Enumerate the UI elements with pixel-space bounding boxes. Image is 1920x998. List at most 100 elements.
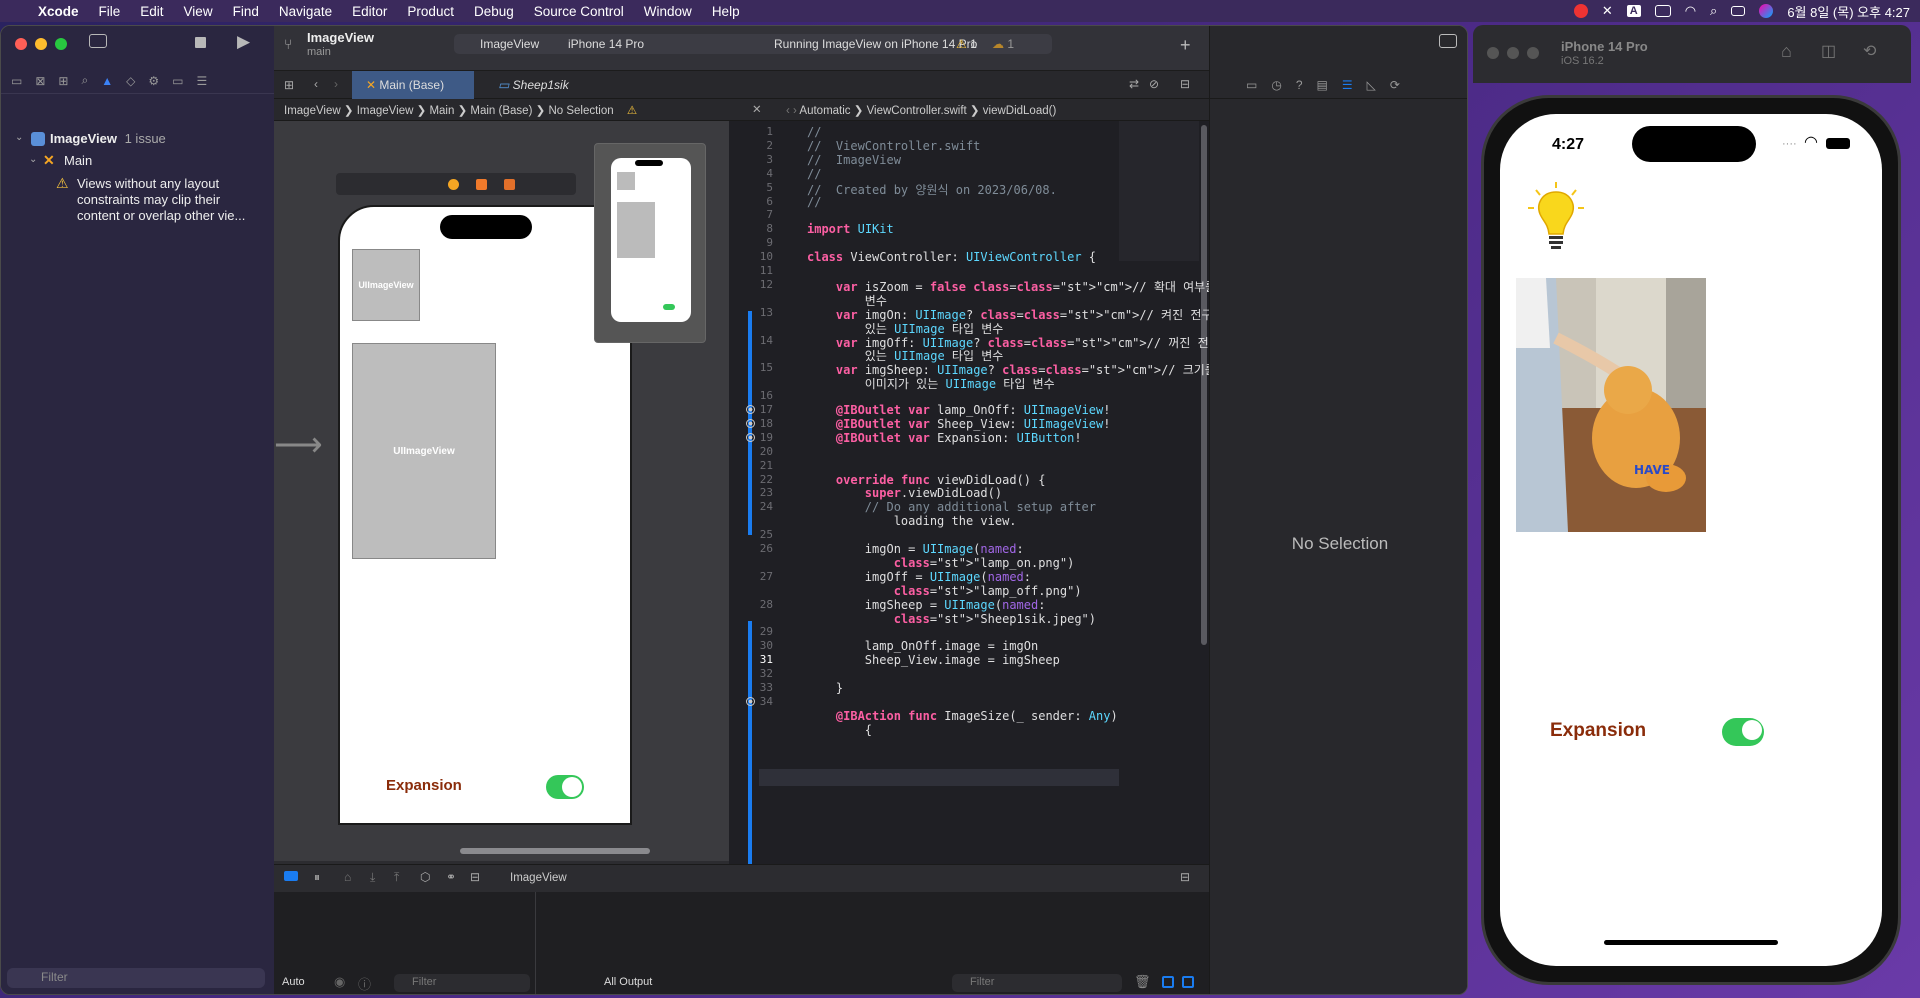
back-icon[interactable]: ‹ <box>314 77 318 91</box>
jump-item[interactable]: ImageView <box>284 105 341 117</box>
code-line[interactable]: lamp_OnOff.image = imgOn <box>807 639 1038 653</box>
toggle-console-icon[interactable] <box>284 871 298 881</box>
zoom-window-button[interactable] <box>1527 47 1539 59</box>
split-right-icon[interactable] <box>1182 976 1194 988</box>
sheep-image-view[interactable]: UIImageView <box>352 343 496 559</box>
connection-indicator-icon[interactable] <box>746 696 755 706</box>
code-line[interactable]: @IBOutlet var Sheep_View: UIImageView! <box>807 417 1111 431</box>
code-line[interactable]: // Created by 양원식 on 2023/06/08. <box>807 181 1057 198</box>
group-row[interactable]: Main <box>64 153 92 168</box>
close-window-button[interactable] <box>1487 47 1499 59</box>
record-icon[interactable] <box>1573 4 1588 18</box>
breakpoint-icon[interactable]: ▭ <box>172 74 183 88</box>
step-out-icon[interactable]: ⤒ <box>394 870 399 885</box>
input-source-icon[interactable]: A <box>1626 5 1641 17</box>
code-line[interactable]: loading the view. <box>807 514 1017 528</box>
step-over-icon[interactable]: ⌂ <box>344 870 351 884</box>
help-icon[interactable]: ? <box>1296 78 1303 92</box>
identity-icon[interactable]: ▤ <box>1317 78 1328 92</box>
code-line[interactable]: // ImageView <box>807 153 901 167</box>
run-button[interactable]: ▶ <box>237 32 250 52</box>
eye-icon[interactable]: ◉ <box>334 974 345 990</box>
history-icon[interactable]: ◷ <box>1271 78 1281 92</box>
disclosure-icon[interactable]: ⌄ <box>29 154 37 165</box>
attributes-icon[interactable]: ☰ <box>1342 78 1353 92</box>
auto-selector[interactable]: Auto <box>282 976 305 988</box>
expansion-button[interactable]: Expansion <box>1550 720 1646 742</box>
console-filter[interactable]: Filter <box>952 974 1122 992</box>
trash-icon[interactable]: 🗑 <box>1134 974 1151 990</box>
menu-view[interactable]: View <box>174 4 223 19</box>
connection-indicator-icon[interactable] <box>746 418 755 428</box>
connection-indicator-icon[interactable] <box>746 405 755 414</box>
code-line[interactable]: imgSheep = UIImage(named: <box>807 598 1046 612</box>
code-line[interactable]: override func viewDidLoad() { <box>807 473 1046 487</box>
menu-debug[interactable]: Debug <box>464 4 524 19</box>
step-in-icon[interactable]: ⤓ <box>370 870 375 885</box>
variables-filter[interactable]: Filter <box>394 974 530 992</box>
environment-icon[interactable]: ⊟ <box>470 870 480 884</box>
inspector-toggle-icon[interactable] <box>1439 34 1457 48</box>
storyboard-canvas[interactable]: UIImageView UIImageView Expansion ⟶ <box>274 121 729 864</box>
code-line[interactable]: @IBOutlet var lamp_OnOff: UIImageView! <box>807 403 1111 417</box>
jump-item[interactable]: Main (Base) <box>470 105 532 117</box>
device-selector[interactable]: iPhone 14 Pro <box>568 37 644 51</box>
menu-navigate[interactable]: Navigate <box>269 4 342 19</box>
code-editor[interactable]: 1 // 2 // ViewController.swift 3 // ImageView… <box>729 121 1209 864</box>
link-icon[interactable]: ⊘ <box>1149 77 1159 91</box>
spotlight-icon[interactable]: ⌕ <box>1710 3 1717 19</box>
siri-icon[interactable] <box>1759 4 1774 18</box>
exit-icon[interactable] <box>504 179 515 190</box>
menu-editor[interactable]: Editor <box>342 4 397 19</box>
code-line[interactable]: 이미지가 있는 UIImage 타입 변수 <box>807 375 1055 392</box>
disclosure-icon[interactable]: ⌄ <box>15 132 23 143</box>
lamp-switch[interactable] <box>546 775 584 799</box>
refresh-icon[interactable]: ⇄ <box>1129 77 1139 91</box>
rotate-icon[interactable]: ⟲ <box>1863 41 1876 61</box>
jump-item[interactable]: ImageView <box>357 105 414 117</box>
app-menu[interactable]: Xcode <box>28 4 89 19</box>
menu-product[interactable]: Product <box>397 4 464 19</box>
split-editor-icon[interactable]: ⊟ <box>1180 77 1190 91</box>
file-inspector-icon[interactable]: ▭ <box>1246 78 1257 92</box>
warning-icon[interactable]: ⚠ <box>627 105 637 117</box>
code-line[interactable]: // <box>807 167 821 181</box>
issue-message[interactable]: Views without any layout constraints may… <box>77 176 257 224</box>
lamp-image-view[interactable] <box>1524 180 1588 260</box>
scheme-selector[interactable]: ImageView <box>480 37 539 51</box>
home-icon[interactable]: ⌂ <box>1781 41 1792 62</box>
control-center-icon[interactable] <box>1731 6 1746 16</box>
stop-button[interactable] <box>195 37 206 48</box>
output-selector[interactable]: All Output <box>604 976 652 988</box>
code-line[interactable]: // ViewController.swift <box>807 139 980 153</box>
close-window-button[interactable] <box>15 38 27 50</box>
project-row[interactable]: ImageView 1 issue <box>50 131 166 146</box>
sidebar-toggle-icon[interactable] <box>89 34 107 48</box>
folder-icon[interactable]: ▭ <box>11 74 22 88</box>
minimap-code[interactable] <box>1119 121 1199 261</box>
code-line[interactable]: import UIKit <box>807 222 894 236</box>
menu-source-control[interactable]: Source Control <box>524 4 634 19</box>
bluetooth-off-icon[interactable]: ✕ <box>1602 3 1613 19</box>
debug-icon[interactable]: ⚙ <box>148 74 159 88</box>
split-left-icon[interactable] <box>1162 976 1174 988</box>
code-line[interactable]: imgOff = UIImage(named: <box>807 570 1031 584</box>
code-line[interactable]: // <box>807 125 821 139</box>
iphone-scene[interactable]: UIImageView UIImageView Expansion <box>338 205 632 825</box>
first-responder-icon[interactable] <box>476 179 487 190</box>
minimap[interactable] <box>594 143 706 343</box>
code-line[interactable]: class="st">"Sheep1sik.jpeg") <box>807 612 1096 626</box>
issue-warning-icon[interactable]: ▲ <box>101 74 113 88</box>
menu-clock[interactable]: 6월 8일 (목) 오후 4:27 <box>1787 2 1910 21</box>
canvas-scrollbar[interactable] <box>460 848 650 854</box>
connections-icon[interactable]: ⟳ <box>1390 78 1400 92</box>
code-line[interactable]: @IBAction func ImageSize(_ sender: Any) <box>807 709 1118 723</box>
tab-main-base[interactable]: ✕ Main (Base) <box>352 71 474 99</box>
code-line[interactable]: super.viewDidLoad() <box>807 486 1002 500</box>
minimize-window-button[interactable] <box>35 38 47 50</box>
size-icon[interactable]: ◺ <box>1367 78 1376 92</box>
jump-item[interactable]: ViewController.swift <box>867 105 967 117</box>
test-icon[interactable]: ◇ <box>126 74 135 88</box>
home-indicator[interactable] <box>1604 940 1778 945</box>
jump-item[interactable]: No Selection <box>548 105 613 117</box>
